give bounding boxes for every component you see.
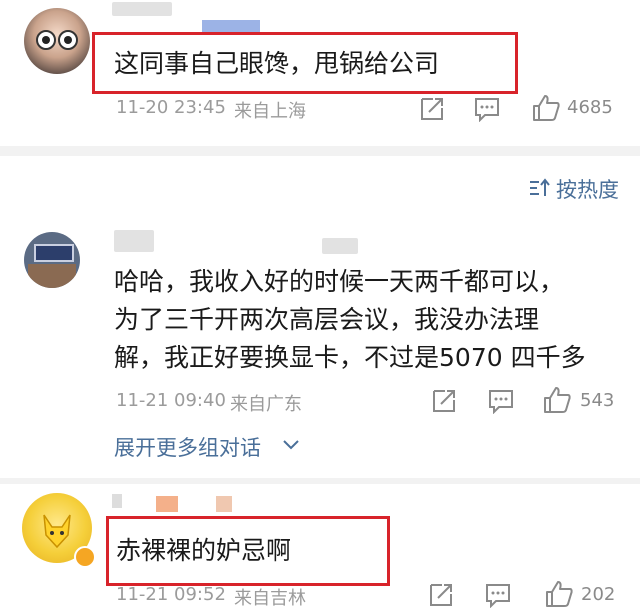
like-icon[interactable] <box>543 386 571 414</box>
avatar[interactable] <box>24 232 80 288</box>
username-blurred[interactable] <box>112 2 172 16</box>
share-icon[interactable] <box>431 388 457 414</box>
like-count: 202 <box>581 584 616 605</box>
comment-location: 来自上海 <box>234 101 306 122</box>
reply-icon[interactable] <box>474 96 500 122</box>
username-badge-blurred <box>156 496 178 512</box>
like-count: 4685 <box>567 97 613 118</box>
username-badge-blurred <box>216 496 232 512</box>
verified-badge-icon <box>74 546 96 568</box>
avatar-shop-graphic <box>28 264 76 288</box>
chevron-down-icon[interactable] <box>282 438 300 452</box>
username-blurred[interactable] <box>114 230 154 252</box>
comment-time: 11-21 09:40 <box>116 390 226 411</box>
comment-text-line: 哈哈，我收入好的时候一天两千都可以， <box>114 267 565 296</box>
comment-text-line: 为了三千开两次高层会议，我没办法理 <box>114 305 540 334</box>
avatar-glasses-graphic <box>36 30 78 50</box>
avatar[interactable] <box>24 8 90 74</box>
sort-icon[interactable] <box>529 178 551 198</box>
comment-text: 赤裸裸的妒忌啊 <box>116 536 292 565</box>
expand-more-conversations[interactable]: 展开更多组对话 <box>114 432 261 462</box>
comment-text: 这同事自己眼馋，甩锅给公司 <box>114 49 440 78</box>
section-divider <box>0 146 640 156</box>
reply-icon[interactable] <box>485 582 511 608</box>
share-icon[interactable] <box>419 96 445 122</box>
comment-location: 来自吉林 <box>234 588 306 609</box>
section-divider <box>0 478 640 484</box>
like-icon[interactable] <box>545 580 573 608</box>
comment-text-line: 解，我正好要换显卡，不过是5070 四千多 <box>114 343 586 372</box>
comment-time: 11-21 09:52 <box>116 584 226 605</box>
username-badge-blurred <box>322 238 358 254</box>
sort-by-hotness[interactable]: 按热度 <box>556 174 619 204</box>
share-icon[interactable] <box>428 582 454 608</box>
username-blurred[interactable] <box>112 494 122 508</box>
avatar-sign-graphic <box>34 244 74 262</box>
reply-icon[interactable] <box>488 388 514 414</box>
like-count: 543 <box>580 390 615 411</box>
comment-time: 11-20 23:45 <box>116 97 226 118</box>
like-icon[interactable] <box>532 94 560 122</box>
comment-location: 来自广东 <box>230 394 302 415</box>
